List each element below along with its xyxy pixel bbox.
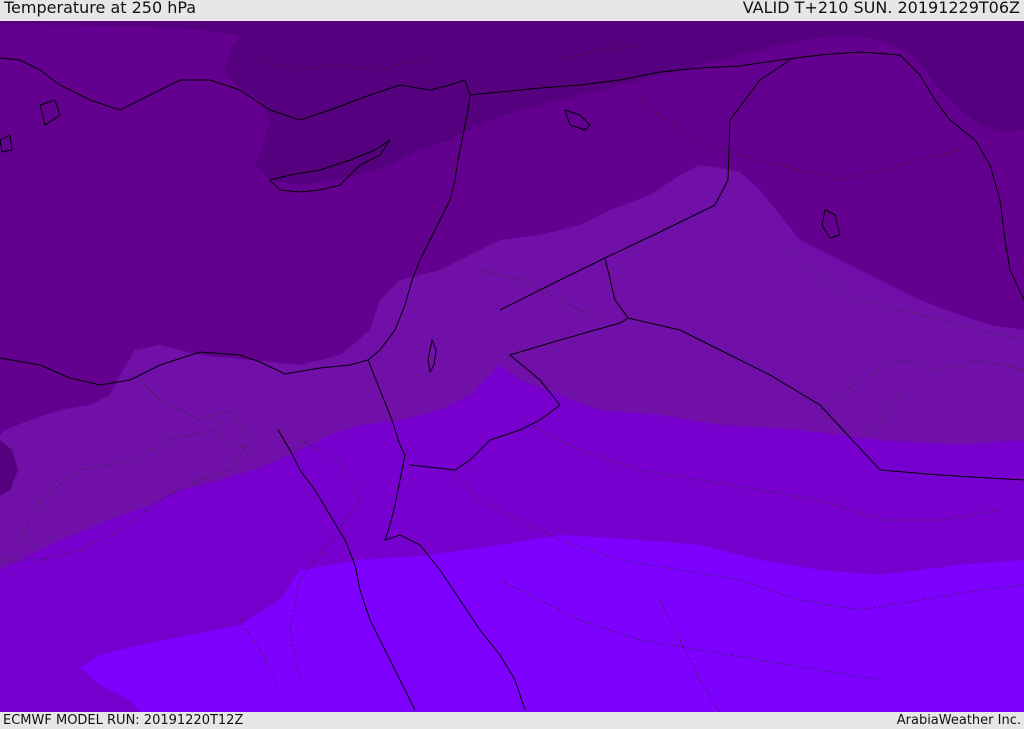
footer-bar: ECMWF MODEL RUN: 20191220T12Z ArabiaWeat… — [0, 712, 1024, 729]
map-title: Temperature at 250 hPa — [4, 0, 197, 17]
model-run: ECMWF MODEL RUN: 20191220T12Z — [3, 713, 244, 728]
valid-time: VALID T+210 SUN. 20191229T06Z — [742, 0, 1020, 17]
temperature-map[interactable] — [0, 21, 1024, 712]
map-canvas — [0, 21, 1024, 712]
header-bar: Temperature at 250 hPa VALID T+210 SUN. … — [0, 0, 1024, 21]
credit: ArabiaWeather Inc. — [896, 713, 1021, 728]
